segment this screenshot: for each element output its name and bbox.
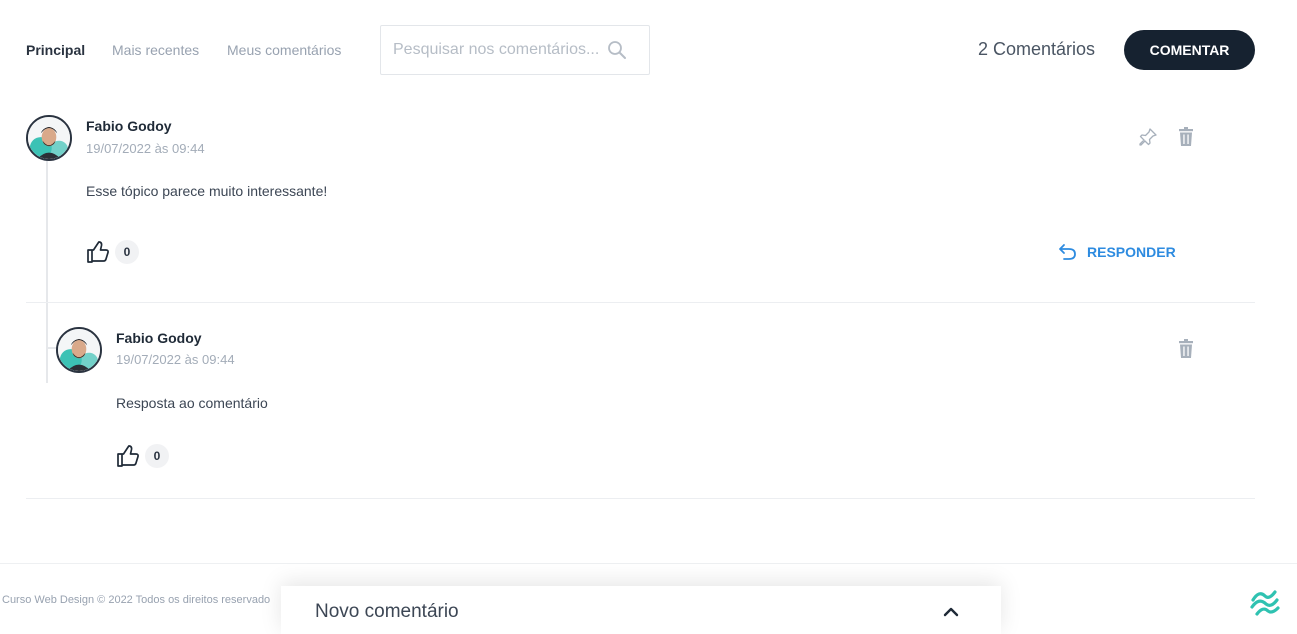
comment-date: 19/07/2022 às 09:44 <box>86 141 205 156</box>
reply-button[interactable]: RESPONDER <box>1058 241 1176 263</box>
reply-arrow-icon <box>1059 244 1076 260</box>
trash-icon[interactable] <box>1175 126 1197 148</box>
thread-line <box>46 160 48 383</box>
comment-author: Fabio Godoy <box>116 330 202 346</box>
comments-toolbar: Principal Mais recentes Meus comentários… <box>0 0 1297 100</box>
reply-label: RESPONDER <box>1087 244 1176 260</box>
search-box <box>380 25 650 75</box>
search-icon[interactable] <box>607 40 627 60</box>
tab-meus-comentarios[interactable]: Meus comentários <box>227 42 341 58</box>
comment-text: Esse tópico parece muito interessante! <box>86 183 328 199</box>
new-comment-panel[interactable]: Novo comentário <box>281 586 1001 634</box>
avatar <box>56 327 102 373</box>
pin-icon[interactable] <box>1137 126 1159 148</box>
like-count: 0 <box>145 444 169 468</box>
trash-icon[interactable] <box>1175 338 1197 360</box>
avatar-photo <box>58 329 100 371</box>
comment-author: Fabio Godoy <box>86 118 172 134</box>
avatar-photo <box>28 117 70 159</box>
new-comment-title: Novo comentário <box>315 601 459 622</box>
thumbs-up-icon[interactable] <box>116 444 140 468</box>
search-input[interactable] <box>393 38 608 62</box>
thumbs-up-icon[interactable] <box>86 240 110 264</box>
divider <box>26 498 1255 499</box>
comment-button[interactable]: COMENTAR <box>1124 30 1255 70</box>
tab-principal[interactable]: Principal <box>26 42 85 58</box>
comment-text: Resposta ao comentário <box>116 395 268 411</box>
divider <box>26 302 1255 303</box>
like-count: 0 <box>115 240 139 264</box>
tab-mais-recentes[interactable]: Mais recentes <box>112 42 199 58</box>
avatar <box>26 115 72 161</box>
comment-date: 19/07/2022 às 09:44 <box>116 352 235 367</box>
chevron-up-icon[interactable] <box>941 602 961 622</box>
comment-count: 2 Comentários <box>978 39 1096 59</box>
copyright-text: Curso Web Design © 2022 Todos os direito… <box>2 594 271 606</box>
brand-logo-icon[interactable] <box>1249 586 1281 618</box>
